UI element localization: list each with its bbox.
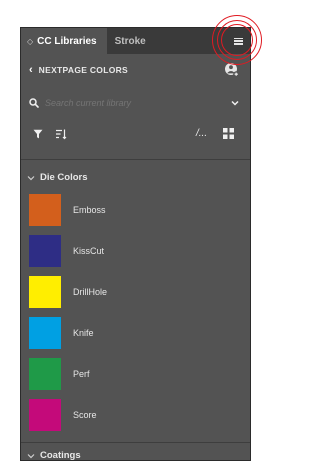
swatch-name: DrillHole xyxy=(73,287,108,297)
color-swatch-item[interactable]: Score xyxy=(29,399,97,431)
color-swatch[interactable] xyxy=(29,235,61,267)
library-name[interactable]: NEXTPAGE COLORS xyxy=(39,65,128,75)
chevron-down-icon[interactable] xyxy=(229,97,241,109)
color-swatch-item[interactable]: DrillHole xyxy=(29,276,107,308)
chevron-left-icon[interactable]: ‹ xyxy=(29,64,33,76)
section-title: Die Colors xyxy=(40,172,88,183)
swatch-name: Perf xyxy=(73,369,90,379)
library-search[interactable] xyxy=(29,93,241,113)
divider xyxy=(21,159,250,160)
color-swatch[interactable] xyxy=(29,317,61,349)
color-swatch-item[interactable]: Knife xyxy=(29,317,94,349)
swatch-name: Emboss xyxy=(73,205,106,215)
tab-grip-icon: ◇ xyxy=(27,36,34,46)
library-header: ‹ NEXTPAGE COLORS xyxy=(21,54,250,86)
chevron-down-icon xyxy=(27,453,35,458)
section-header-die-colors[interactable]: Die Colors xyxy=(27,172,88,183)
cc-libraries-panel: ◇ CC Libraries Stroke ‹ NEXTPAGE COLORS xyxy=(20,27,251,461)
section-title: Coatings xyxy=(40,450,81,461)
color-swatch[interactable] xyxy=(29,358,61,390)
section-header-coatings[interactable]: Coatings xyxy=(27,450,81,461)
color-swatch-item[interactable]: KissCut xyxy=(29,235,104,267)
chevron-down-icon xyxy=(27,175,35,180)
library-toolbar: /... xyxy=(21,124,250,144)
swatch-name: Knife xyxy=(73,328,94,338)
swatch-name: Score xyxy=(73,410,97,420)
highlight-ring xyxy=(221,24,253,56)
color-swatch-item[interactable]: Perf xyxy=(29,358,90,390)
filter-icon[interactable] xyxy=(33,129,43,139)
tab-cc-libraries[interactable]: ◇ CC Libraries xyxy=(21,28,107,54)
sort-icon[interactable] xyxy=(55,128,67,140)
color-swatch[interactable] xyxy=(29,276,61,308)
tab-stroke[interactable]: Stroke xyxy=(107,28,154,54)
grid-view-icon[interactable] xyxy=(223,128,234,139)
tab-label: CC Libraries xyxy=(37,35,97,47)
search-icon xyxy=(29,98,39,108)
color-swatch-item[interactable]: Emboss xyxy=(29,194,106,226)
tab-label: Stroke xyxy=(114,35,146,47)
search-input[interactable] xyxy=(45,98,229,108)
color-swatch[interactable] xyxy=(29,399,61,431)
list-view-icon[interactable]: /... xyxy=(196,128,207,139)
swatch-name: KissCut xyxy=(73,246,105,256)
divider xyxy=(21,442,250,443)
color-swatch[interactable] xyxy=(29,194,61,226)
